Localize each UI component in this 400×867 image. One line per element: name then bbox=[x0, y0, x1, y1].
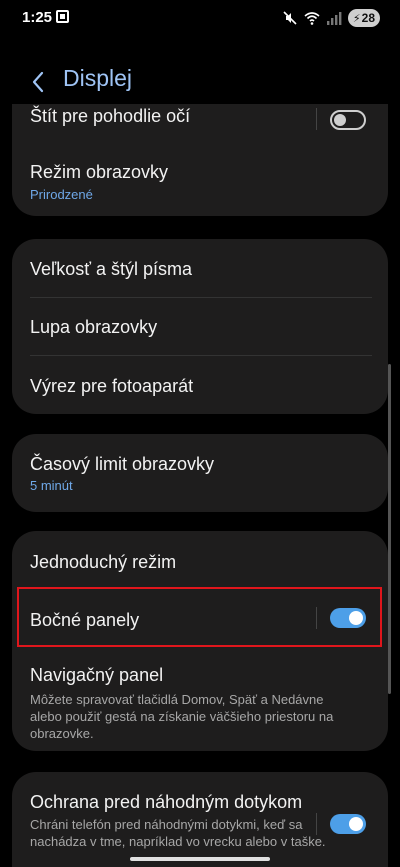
settings-card-protection: Ochrana pred náhodným dotykom Chráni tel… bbox=[12, 772, 388, 867]
back-button[interactable] bbox=[24, 66, 52, 98]
signal-icon bbox=[326, 12, 342, 25]
wifi-icon bbox=[304, 12, 320, 25]
status-time: 1:25 bbox=[22, 9, 53, 26]
status-icons: ⚡ 28 bbox=[282, 8, 380, 28]
setting-navigation-bar[interactable]: Navigačný panel Môžete spravovať tlačidl… bbox=[12, 647, 388, 751]
chevron-left-icon bbox=[32, 71, 44, 93]
setting-screen-mode-value: Prirodzené bbox=[30, 187, 93, 202]
settings-list[interactable]: Štít pre pohodlie očí Režim obrazovky Pr… bbox=[0, 104, 400, 867]
settings-card-text: Veľkosť a štýl písma Lupa obrazovky Výre… bbox=[12, 239, 388, 414]
eye-comfort-toggle[interactable] bbox=[330, 110, 366, 130]
setting-font-style[interactable]: Veľkosť a štýl písma bbox=[12, 239, 388, 297]
battery-charging-icon: ⚡ 28 bbox=[347, 9, 380, 27]
home-indicator[interactable] bbox=[130, 857, 270, 861]
setting-navigation-bar-description: Môžete spravovať tlačidlá Domov, Späť a … bbox=[30, 692, 334, 741]
setting-camera-cutout-title: Výrez pre fotoaparát bbox=[30, 376, 194, 396]
app-header: Displej bbox=[0, 60, 400, 104]
setting-accidental-touch[interactable]: Ochrana pred náhodným dotykom Chráni tel… bbox=[12, 772, 388, 867]
mute-icon bbox=[283, 11, 297, 25]
settings-card-display-comfort: Štít pre pohodlie očí Režim obrazovky Pr… bbox=[12, 104, 388, 216]
setting-accidental-touch-title: Ochrana pred náhodným dotykom bbox=[30, 792, 303, 812]
status-bar: 1:25 ⚡ 28 bbox=[0, 0, 400, 36]
setting-screen-timeout-value: 5 minút bbox=[30, 478, 73, 493]
setting-screen-timeout-title: Časový limit obrazovky bbox=[30, 454, 215, 474]
setting-screen-mode-title: Režim obrazovky bbox=[30, 162, 169, 182]
setting-screen-mode[interactable]: Režim obrazovky Prirodzené bbox=[12, 136, 388, 216]
setting-camera-cutout[interactable]: Výrez pre fotoaparát bbox=[12, 355, 388, 414]
setting-font-style-title: Veľkosť a štýl písma bbox=[30, 259, 193, 279]
toggle-separator bbox=[316, 813, 317, 835]
battery-level: 28 bbox=[361, 11, 375, 25]
setting-easy-mode[interactable]: Jednoduchý režim bbox=[12, 531, 388, 589]
setting-eye-comfort[interactable]: Štít pre pohodlie očí bbox=[12, 104, 388, 136]
setting-magnifier[interactable]: Lupa obrazovky bbox=[12, 297, 388, 355]
screenshot-icon bbox=[56, 10, 69, 23]
setting-easy-mode-title: Jednoduchý režim bbox=[30, 552, 177, 572]
setting-eye-comfort-title: Štít pre pohodlie očí bbox=[30, 106, 191, 126]
toggle-separator bbox=[316, 108, 317, 130]
setting-accidental-touch-description: Chráni telefón pred náhodnými dotykmi, k… bbox=[30, 817, 326, 849]
scrollbar[interactable] bbox=[388, 364, 391, 694]
setting-navigation-bar-title: Navigačný panel bbox=[30, 665, 164, 685]
accidental-touch-toggle[interactable] bbox=[330, 814, 366, 834]
setting-screen-timeout[interactable]: Časový limit obrazovky 5 minút bbox=[12, 434, 388, 512]
page-title: Displej bbox=[63, 65, 133, 91]
setting-magnifier-title: Lupa obrazovky bbox=[30, 317, 158, 337]
settings-card-timeout: Časový limit obrazovky 5 minút bbox=[12, 434, 388, 512]
highlight-frame bbox=[17, 587, 382, 647]
